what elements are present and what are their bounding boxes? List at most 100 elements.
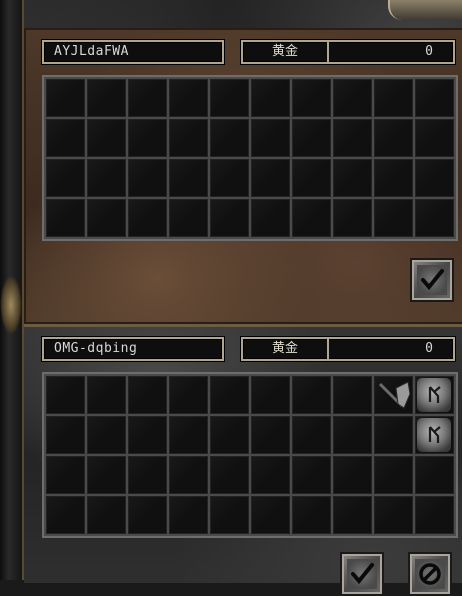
top-grid-slot[interactable]: [210, 119, 249, 157]
bottom-grid-slot[interactable]: [333, 496, 372, 534]
bottom-grid-slot[interactable]: [87, 496, 126, 534]
bottom-grid-slot[interactable]: [251, 456, 290, 494]
accept-top-button[interactable]: [410, 258, 454, 302]
bottom-grid-slot[interactable]: [415, 456, 454, 494]
checkmark-icon: [351, 563, 374, 585]
top-grid-slot[interactable]: [333, 79, 372, 117]
top-grid-slot[interactable]: [333, 159, 372, 197]
bottom-grid-slot[interactable]: [210, 416, 249, 454]
bottom-grid-slot[interactable]: [415, 416, 454, 454]
bottom-grid-slot[interactable]: [128, 456, 167, 494]
top-grid-slot[interactable]: [374, 119, 413, 157]
top-grid-slot[interactable]: [46, 159, 85, 197]
bottom-grid-slot[interactable]: [374, 456, 413, 494]
top-grid-slot[interactable]: [415, 119, 454, 157]
top-grid-slot[interactable]: [374, 159, 413, 197]
bottom-grid-slot[interactable]: [292, 416, 331, 454]
bottom-grid-slot[interactable]: [128, 416, 167, 454]
top-grid-slot[interactable]: [251, 199, 290, 237]
bottom-gold-field[interactable]: 黄金 0: [241, 337, 455, 361]
bottom-grid-slot[interactable]: [169, 416, 208, 454]
top-grid-slot[interactable]: [333, 199, 372, 237]
top-grid-slot[interactable]: [292, 199, 331, 237]
bottom-grid-slot[interactable]: [251, 376, 290, 414]
top-grid-slot[interactable]: [374, 199, 413, 237]
bottom-grid-slot[interactable]: [46, 456, 85, 494]
bottom-grid-slot[interactable]: [210, 376, 249, 414]
top-grid-slot[interactable]: [128, 119, 167, 157]
top-grid-slot[interactable]: [374, 79, 413, 117]
bottom-grid-slot[interactable]: [128, 496, 167, 534]
bottom-grid-slot[interactable]: [210, 456, 249, 494]
top-grid-slot[interactable]: [169, 119, 208, 157]
top-grid-slot[interactable]: [292, 79, 331, 117]
bottom-trader-name-field: OMG-dqbing: [42, 337, 224, 361]
top-grid-slot[interactable]: [46, 119, 85, 157]
top-grid-slot[interactable]: [292, 159, 331, 197]
top-grid-slot[interactable]: [415, 79, 454, 117]
bottom-trade-grid: [42, 372, 458, 538]
top-grid-slot[interactable]: [210, 199, 249, 237]
bottom-grid-slot[interactable]: [374, 416, 413, 454]
top-grid-slot[interactable]: [251, 119, 290, 157]
top-gold-value: 0: [425, 44, 433, 59]
bottom-grid-slot[interactable]: [46, 416, 85, 454]
top-grid-slot[interactable]: [87, 119, 126, 157]
bottom-grid-slot[interactable]: [169, 496, 208, 534]
bottom-grid-slot[interactable]: [292, 376, 331, 414]
top-grid-slot[interactable]: [210, 79, 249, 117]
top-grid-slot[interactable]: [415, 199, 454, 237]
bottom-gold-label: 黄金: [243, 339, 329, 359]
bottom-grid-slot[interactable]: [333, 416, 372, 454]
top-grid-slot[interactable]: [251, 159, 290, 197]
top-grid-slot[interactable]: [169, 159, 208, 197]
bottom-grid-slot[interactable]: [87, 456, 126, 494]
top-grid-slot[interactable]: [169, 79, 208, 117]
top-grid-slot[interactable]: [415, 159, 454, 197]
frame-ornament: [0, 275, 22, 335]
top-grid-slot[interactable]: [87, 159, 126, 197]
top-gold-field[interactable]: 黄金 0: [241, 40, 455, 64]
top-grid-slot[interactable]: [46, 79, 85, 117]
top-grid-slot[interactable]: [292, 119, 331, 157]
top-grid-slot[interactable]: [128, 199, 167, 237]
top-grid-slot[interactable]: [333, 119, 372, 157]
bottom-gold-value: 0: [425, 341, 433, 356]
rune-icon[interactable]: [417, 378, 451, 412]
top-trader-name-field: AYJLdaFWA: [42, 40, 224, 64]
bottom-grid-slot[interactable]: [128, 376, 167, 414]
top-grid-slot[interactable]: [128, 79, 167, 117]
top-grid-slot[interactable]: [87, 199, 126, 237]
bottom-grid-slot[interactable]: [292, 456, 331, 494]
bottom-grid-slot[interactable]: [251, 496, 290, 534]
bottom-grid-slot[interactable]: [333, 456, 372, 494]
bottom-grid-slot[interactable]: [374, 376, 413, 414]
throwing-axe-icon[interactable]: [378, 378, 412, 412]
top-grid-slot[interactable]: [251, 79, 290, 117]
top-grid-slot[interactable]: [210, 159, 249, 197]
bottom-grid-slot[interactable]: [333, 376, 372, 414]
bottom-grid-slot[interactable]: [374, 496, 413, 534]
top-grid-slot[interactable]: [128, 159, 167, 197]
corner-ornament: [388, 0, 462, 20]
bottom-grid-slot[interactable]: [292, 496, 331, 534]
bottom-grid-slot[interactable]: [415, 376, 454, 414]
bottom-grid-slot[interactable]: [46, 496, 85, 534]
top-grid-slot[interactable]: [87, 79, 126, 117]
top-grid-slot[interactable]: [169, 199, 208, 237]
top-trade-grid: [42, 75, 458, 241]
checkmark-icon: [421, 269, 444, 291]
bottom-grid-slot[interactable]: [210, 496, 249, 534]
bottom-grid-slot[interactable]: [251, 416, 290, 454]
cancel-button[interactable]: [408, 552, 452, 596]
bottom-grid-slot[interactable]: [415, 496, 454, 534]
top-trader-name: AYJLdaFWA: [54, 44, 129, 59]
top-grid-slot[interactable]: [46, 199, 85, 237]
accept-bottom-button[interactable]: [340, 552, 384, 596]
bottom-grid-slot[interactable]: [169, 376, 208, 414]
bottom-grid-slot[interactable]: [46, 376, 85, 414]
bottom-grid-slot[interactable]: [87, 416, 126, 454]
bottom-grid-slot[interactable]: [87, 376, 126, 414]
rune-icon[interactable]: [417, 418, 451, 452]
bottom-grid-slot[interactable]: [169, 456, 208, 494]
